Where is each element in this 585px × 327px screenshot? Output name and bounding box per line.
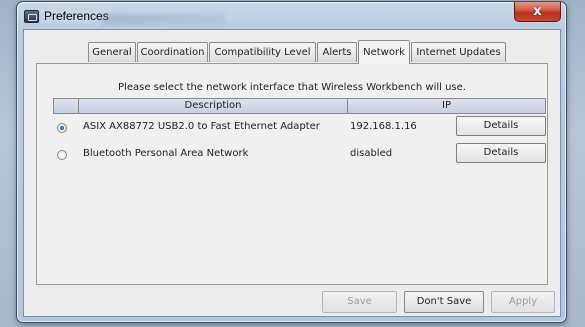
interface-ip: disabled — [350, 148, 393, 159]
dont-save-button[interactable]: Don't Save — [404, 291, 484, 313]
network-panel: Please select the network interface that… — [36, 63, 548, 285]
tab-compatibility-level[interactable]: Compatibility Level — [209, 42, 316, 62]
close-button[interactable]: x — [514, 2, 561, 22]
tab-internet-updates[interactable]: Internet Updates — [411, 42, 506, 62]
description-column-header[interactable]: Description — [78, 99, 347, 113]
interface-radio-selected[interactable] — [57, 123, 67, 133]
save-button[interactable]: Save — [322, 291, 397, 313]
button-bar: Save Don't Save Apply — [24, 288, 560, 316]
dialog-body: General Coordination Compatibility Level… — [23, 29, 561, 317]
interface-radio[interactable] — [57, 150, 67, 160]
tab-coordination[interactable]: Coordination — [137, 42, 208, 62]
app-icon — [24, 10, 39, 23]
interface-ip: 192.168.1.16 — [350, 121, 417, 132]
select-column-header — [54, 99, 78, 113]
details-button[interactable]: Details — [456, 116, 546, 136]
window-title: Preferences — [44, 9, 109, 23]
tab-alerts[interactable]: Alerts — [317, 42, 357, 62]
interface-description: Bluetooth Personal Area Network — [83, 148, 249, 159]
table-header: Description IP — [53, 98, 546, 114]
blurred-title-region — [101, 14, 226, 24]
details-button[interactable]: Details — [456, 143, 546, 163]
ip-column-header[interactable]: IP — [347, 99, 545, 113]
close-icon: x — [533, 4, 542, 19]
table-row[interactable]: Bluetooth Personal Area Network disabled… — [53, 141, 546, 168]
network-prompt: Please select the network interface that… — [118, 82, 466, 93]
table-row[interactable]: ASIX AX88772 USB2.0 to Fast Ethernet Ada… — [53, 114, 546, 141]
preferences-window: Preferences x General Coordination Compa… — [16, 1, 567, 323]
apply-button[interactable]: Apply — [491, 291, 555, 313]
network-interface-table: Description IP ASIX AX88772 USB2.0 to Fa… — [53, 98, 546, 168]
tab-network[interactable]: Network — [358, 40, 410, 64]
interface-description: ASIX AX88772 USB2.0 to Fast Ethernet Ada… — [83, 121, 320, 132]
title-bar[interactable]: Preferences x — [17, 2, 566, 30]
tab-general[interactable]: General — [88, 42, 136, 62]
